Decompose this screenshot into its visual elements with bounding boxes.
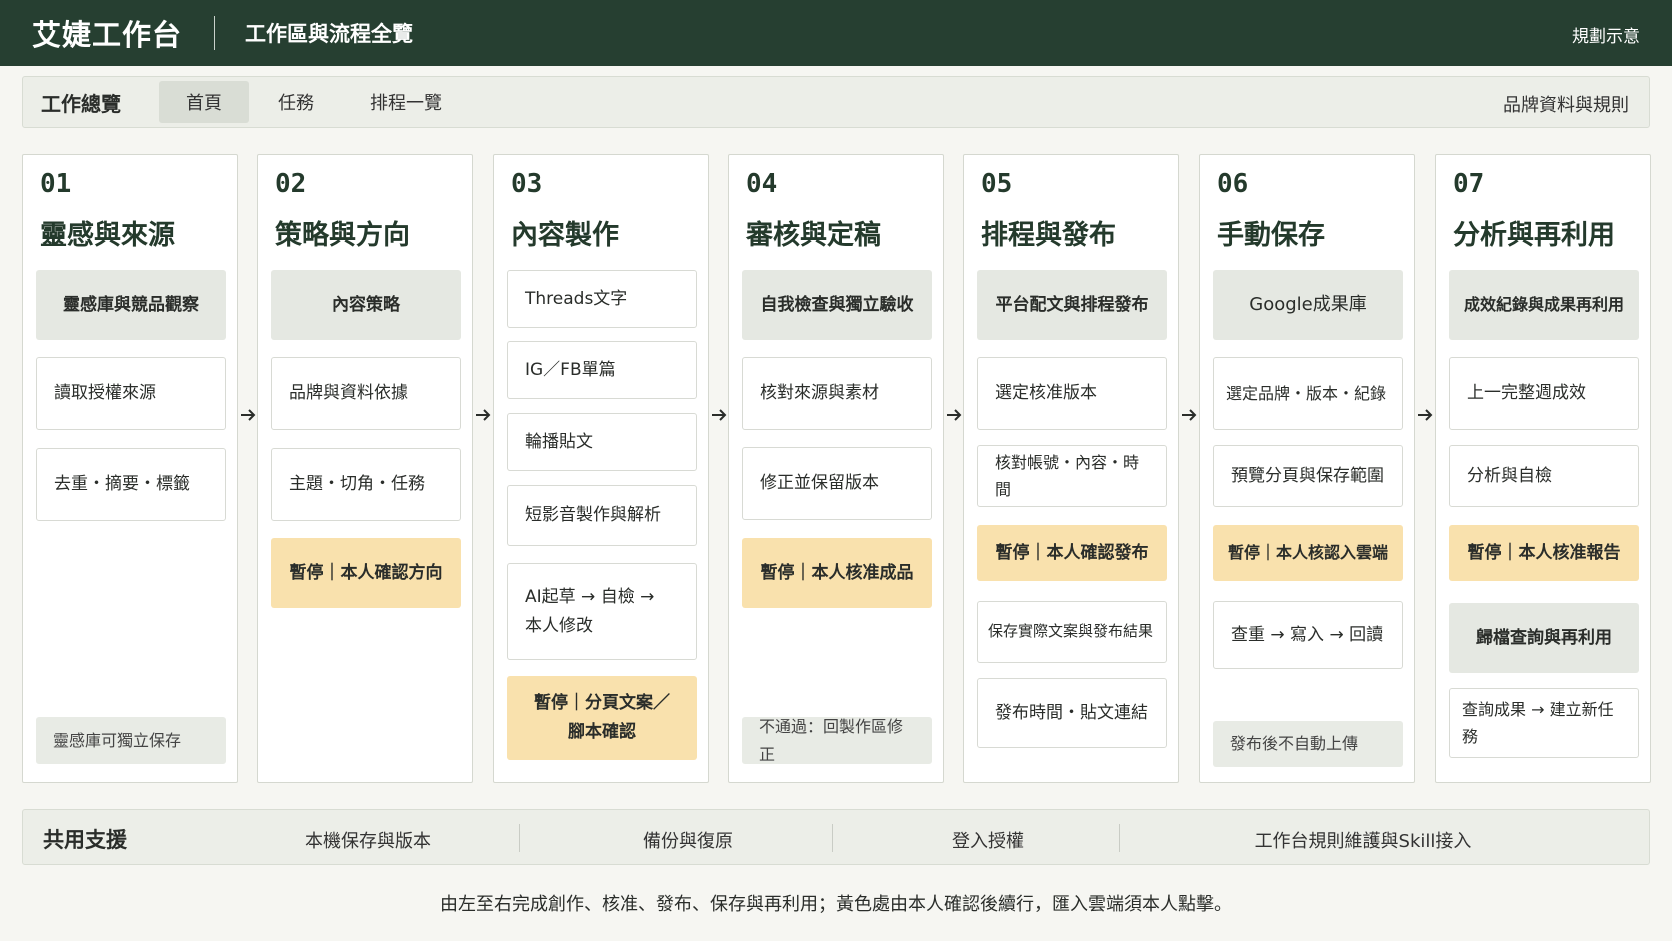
step-text-line: 本人修改: [525, 615, 593, 636]
step-box[interactable]: AI起草 → 自檢 → 本人修改: [507, 563, 697, 660]
stage-title: 排程與發布: [981, 220, 1116, 251]
support-item-backup[interactable]: 備份與復原: [583, 827, 793, 853]
step-box[interactable]: 修正並保留版本: [742, 447, 932, 520]
flow-arrow-icon: [712, 409, 727, 421]
stage-title: 策略與方向: [275, 220, 410, 251]
step-box[interactable]: 發布時間・貼文連結: [977, 678, 1167, 748]
stage-number: 07: [1453, 169, 1485, 199]
support-item-rules-skill[interactable]: 工作台規則維護與Skill接入: [1163, 827, 1563, 853]
pause-box[interactable]: 暫停｜本人確認發布: [977, 525, 1167, 581]
support-title: 共用支援: [43, 828, 127, 852]
stage-column-02: 02 策略與方向 內容策略 品牌與資料依據 主題・切角・任務 暫停｜本人確認方向: [257, 154, 473, 783]
pause-text-line: 腳本確認: [568, 722, 636, 742]
footer-note: 由左至右完成創作、核准、發布、保存與再利用；黃色處由本人確認後續行，匯入雲端須本…: [440, 894, 1232, 915]
support-divider: [519, 824, 520, 852]
page-title: 工作區與流程全覽: [245, 22, 414, 46]
step-box[interactable]: 去重・摘要・標籤: [36, 448, 226, 521]
flow-arrow-icon: [1418, 409, 1433, 421]
pause-box[interactable]: 暫停｜分頁文案／ 腳本確認: [507, 676, 697, 760]
support-divider: [1119, 824, 1120, 852]
stage-number: 06: [1217, 169, 1249, 199]
stage-number: 02: [275, 169, 307, 199]
step-box[interactable]: IG／FB單篇: [507, 341, 697, 399]
step-box[interactable]: 核對帳號・內容・時間: [977, 445, 1167, 507]
stage-title: 手動保存: [1217, 220, 1325, 251]
stage-title: 分析與再利用: [1453, 220, 1615, 251]
tab-schedule[interactable]: 排程一覽: [343, 81, 469, 123]
pause-box[interactable]: 暫停｜本人核准報告: [1449, 525, 1639, 581]
stage-column-01: 01 靈感與來源 靈感庫與競品觀察 讀取授權來源 去重・摘要・標籤 靈感庫可獨立…: [22, 154, 238, 783]
stage-head-box[interactable]: 自我檢查與獨立驗收: [742, 270, 932, 340]
note-box: 不通過：回製作區修正: [742, 717, 932, 764]
step-box[interactable]: 查重 → 寫入 → 回讀: [1213, 601, 1403, 669]
top-bar: 艾婕工作台 工作區與流程全覽 規劃示意: [0, 0, 1672, 66]
stage-head-box[interactable]: 靈感庫與競品觀察: [36, 270, 226, 340]
pause-box[interactable]: 暫停｜本人核准成品: [742, 538, 932, 608]
stage-head-box[interactable]: 平台配文與排程發布: [977, 270, 1167, 340]
step-box[interactable]: 上一完整週成效: [1449, 357, 1639, 430]
step-box[interactable]: 主題・切角・任務: [271, 448, 461, 521]
stage-number: 04: [746, 169, 778, 199]
flow-arrow-icon: [947, 409, 962, 421]
stage-column-04: 04 審核與定稿 自我檢查與獨立驗收 核對來源與素材 修正並保留版本 暫停｜本人…: [728, 154, 944, 783]
planning-label: 規劃示意: [1572, 27, 1640, 47]
step-box[interactable]: 讀取授權來源: [36, 357, 226, 430]
step-box[interactable]: 預覽分頁與保存範圍: [1213, 445, 1403, 507]
step-box[interactable]: 品牌與資料依據: [271, 357, 461, 430]
step-box[interactable]: 查詢成果 → 建立新任務: [1449, 688, 1639, 758]
step-box[interactable]: 短影音製作與解析: [507, 485, 697, 546]
stage-title: 靈感與來源: [40, 220, 175, 251]
step-box[interactable]: 分析與自檢: [1449, 445, 1639, 507]
stage-number: 05: [981, 169, 1013, 199]
stage-number: 03: [511, 169, 543, 199]
support-item-local-save[interactable]: 本機保存與版本: [263, 827, 473, 853]
support-item-login[interactable]: 登入授權: [883, 827, 1093, 853]
flow-arrow-icon: [241, 409, 256, 421]
brand-rules-link[interactable]: 品牌資料與規則: [1503, 91, 1629, 117]
stage-column-03: 03 內容製作 Threads文字 IG／FB單篇 輪播貼文 短影音製作與解析 …: [493, 154, 709, 783]
title-divider: [214, 16, 216, 50]
archive-box[interactable]: 歸檔查詢與再利用: [1449, 603, 1639, 673]
step-box[interactable]: Threads文字: [507, 270, 697, 328]
step-box[interactable]: 選定核准版本: [977, 357, 1167, 430]
nav-title: 工作總覽: [41, 91, 121, 116]
step-box[interactable]: 選定品牌・版本・紀錄: [1213, 357, 1403, 430]
flow-arrow-icon: [476, 409, 491, 421]
step-box[interactable]: 保存實際文案與發布結果: [977, 601, 1167, 663]
stage-column-07: 07 分析與再利用 成效紀錄與成果再利用 上一完整週成效 分析與自檢 暫停｜本人…: [1435, 154, 1651, 783]
support-divider: [832, 824, 833, 852]
app-title: 艾婕工作台: [32, 18, 183, 52]
pause-box[interactable]: 暫停｜本人確認方向: [271, 538, 461, 608]
stage-head-box[interactable]: 內容策略: [271, 270, 461, 340]
step-text-line: AI起草 → 自檢 →: [525, 586, 655, 607]
step-box[interactable]: 核對來源與素材: [742, 357, 932, 430]
stage-column-06: 06 手動保存 Google成果庫 選定品牌・版本・紀錄 預覽分頁與保存範圍 暫…: [1199, 154, 1415, 783]
flow-arrow-icon: [1182, 409, 1197, 421]
stage-title: 內容製作: [511, 220, 619, 251]
step-box[interactable]: 輪播貼文: [507, 413, 697, 471]
stage-head-box[interactable]: 成效紀錄與成果再利用: [1449, 270, 1639, 340]
pause-box[interactable]: 暫停｜本人核認入雲端: [1213, 525, 1403, 581]
pause-text-line: 暫停｜分頁文案／: [534, 693, 670, 714]
stage-column-05: 05 排程與發布 平台配文與排程發布 選定核准版本 核對帳號・內容・時間 暫停｜…: [963, 154, 1179, 783]
tab-home[interactable]: 首頁: [159, 81, 249, 123]
stage-number: 01: [40, 169, 72, 199]
note-box: 發布後不自動上傳: [1213, 721, 1403, 767]
nav-bar: 工作總覽 首頁 任務 排程一覽 品牌資料與規則: [22, 76, 1650, 128]
stage-head-box[interactable]: Google成果庫: [1213, 270, 1403, 340]
stage-title: 審核與定稿: [746, 220, 881, 251]
note-box: 靈感庫可獨立保存: [36, 717, 226, 764]
shared-support-bar: 共用支援 本機保存與版本 備份與復原 登入授權 工作台規則維護與Skill接入: [22, 809, 1650, 865]
tab-tasks[interactable]: 任務: [249, 81, 343, 123]
